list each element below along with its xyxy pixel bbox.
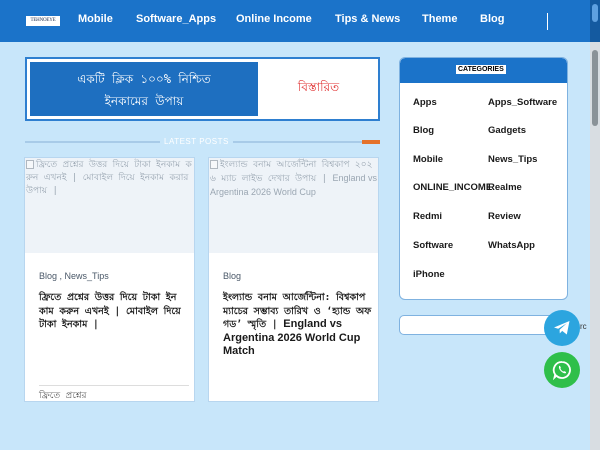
post-title[interactable]: ইংল্যান্ড বনাম আর্জেন্টিনা: বিশ্বকাপ ম্য… (223, 291, 378, 359)
nav-item-blog[interactable]: Blog (480, 13, 504, 25)
telegram-edge-text: rc (580, 322, 587, 331)
nav-item-online-income[interactable]: Online Income (236, 13, 312, 25)
telegram-button[interactable] (544, 310, 580, 346)
promo-line-2: ইনকামের উপায় (104, 94, 184, 108)
post-title[interactable]: ফ্রিতে প্রশ্নের উত্তর দিয়ে টাকা ইনকাম ক… (39, 291, 189, 332)
promo-banner-headline[interactable]: একটি ক্লিক ১০০% নিশ্চিত ইনকামের উপায় (30, 62, 258, 116)
post-thumbnail[interactable]: ইংল্যান্ড বনাম আর্জেন্টিনা বিশ্বকাপ ২০২৬… (209, 158, 378, 253)
header-underline (400, 80, 567, 83)
section-accent-bar (362, 140, 380, 144)
nav-item-mobile[interactable]: Mobile (78, 13, 113, 25)
category-link-online-income[interactable]: ONLINE_INCOME (413, 182, 492, 193)
category-link-gadgets[interactable]: Gadgets (488, 125, 526, 136)
whatsapp-button[interactable] (544, 352, 580, 388)
nav-item-software-apps[interactable]: Software_Apps (136, 13, 216, 25)
categories-title: CATEGORIES (456, 65, 506, 74)
post-excerpt: ফ্রিতে প্রশ্নের (39, 385, 189, 401)
top-nav: TEHNOEYE Mobile Software_Apps Online Inc… (0, 0, 600, 42)
telegram-icon (554, 321, 570, 335)
thumbnail-alt-text: ইংল্যান্ড বনাম আর্জেন্টিনা বিশ্বকাপ ২০২৬… (210, 159, 378, 200)
page-scroll-thumb[interactable] (592, 50, 598, 126)
post-thumbnail[interactable]: ফ্রিতে প্রশ্নের উত্তর দিয়ে টাকা ইনকাম ক… (25, 158, 194, 253)
site-logo[interactable]: TEHNOEYE (26, 16, 60, 26)
post-card[interactable]: ফ্রিতে প্রশ্নের উত্তর দিয়ে টাকা ইনকাম ক… (24, 157, 195, 402)
whatsapp-icon (552, 361, 571, 380)
search-input[interactable] (399, 315, 568, 335)
category-link-review[interactable]: Review (488, 211, 521, 222)
post-categories[interactable]: Blog (223, 271, 241, 281)
promo-line-1: একটি ক্লিক ১০০% নিশ্চিত (77, 72, 211, 86)
page-scrollbar[interactable] (590, 42, 600, 450)
post-card[interactable]: ইংল্যান্ড বনাম আর্জেন্টিনা বিশ্বকাপ ২০২৬… (208, 157, 379, 402)
category-link-iphone[interactable]: iPhone (413, 269, 445, 280)
categories-widget-header: CATEGORIES (400, 58, 567, 82)
category-link-apps[interactable]: Apps (413, 97, 437, 108)
category-link-blog[interactable]: Blog (413, 125, 434, 136)
nav-item-theme[interactable]: Theme (422, 13, 457, 25)
nav-scroll-thumb[interactable] (592, 4, 598, 22)
categories-widget: CATEGORIES Apps Blog Mobile ONLINE_INCOM… (399, 57, 568, 300)
category-link-news-tips[interactable]: News_Tips (488, 154, 537, 165)
category-link-redmi[interactable]: Redmi (413, 211, 442, 222)
promo-banner[interactable]: একটি ক্লিক ১০০% নিশ্চিত ইনকামের উপায় বি… (25, 57, 380, 121)
post-categories[interactable]: Blog , News_Tips (39, 271, 109, 281)
latest-posts-heading: LATEST POSTS (160, 137, 233, 146)
promo-details-button[interactable]: বিস্তারিত (261, 62, 376, 116)
category-link-realme[interactable]: Realme (488, 182, 522, 193)
category-link-software[interactable]: Software (413, 240, 453, 251)
nav-divider (547, 13, 548, 30)
category-link-whatsapp[interactable]: WhatsApp (488, 240, 535, 251)
category-link-apps-software[interactable]: Apps_Software (488, 97, 557, 108)
thumbnail-alt-text: ফ্রিতে প্রশ্নের উত্তর দিয়ে টাকা ইনকাম ক… (26, 160, 192, 196)
category-link-mobile[interactable]: Mobile (413, 154, 443, 165)
nav-scrollbar[interactable] (590, 0, 600, 42)
nav-item-tips-news[interactable]: Tips & News (335, 13, 400, 25)
